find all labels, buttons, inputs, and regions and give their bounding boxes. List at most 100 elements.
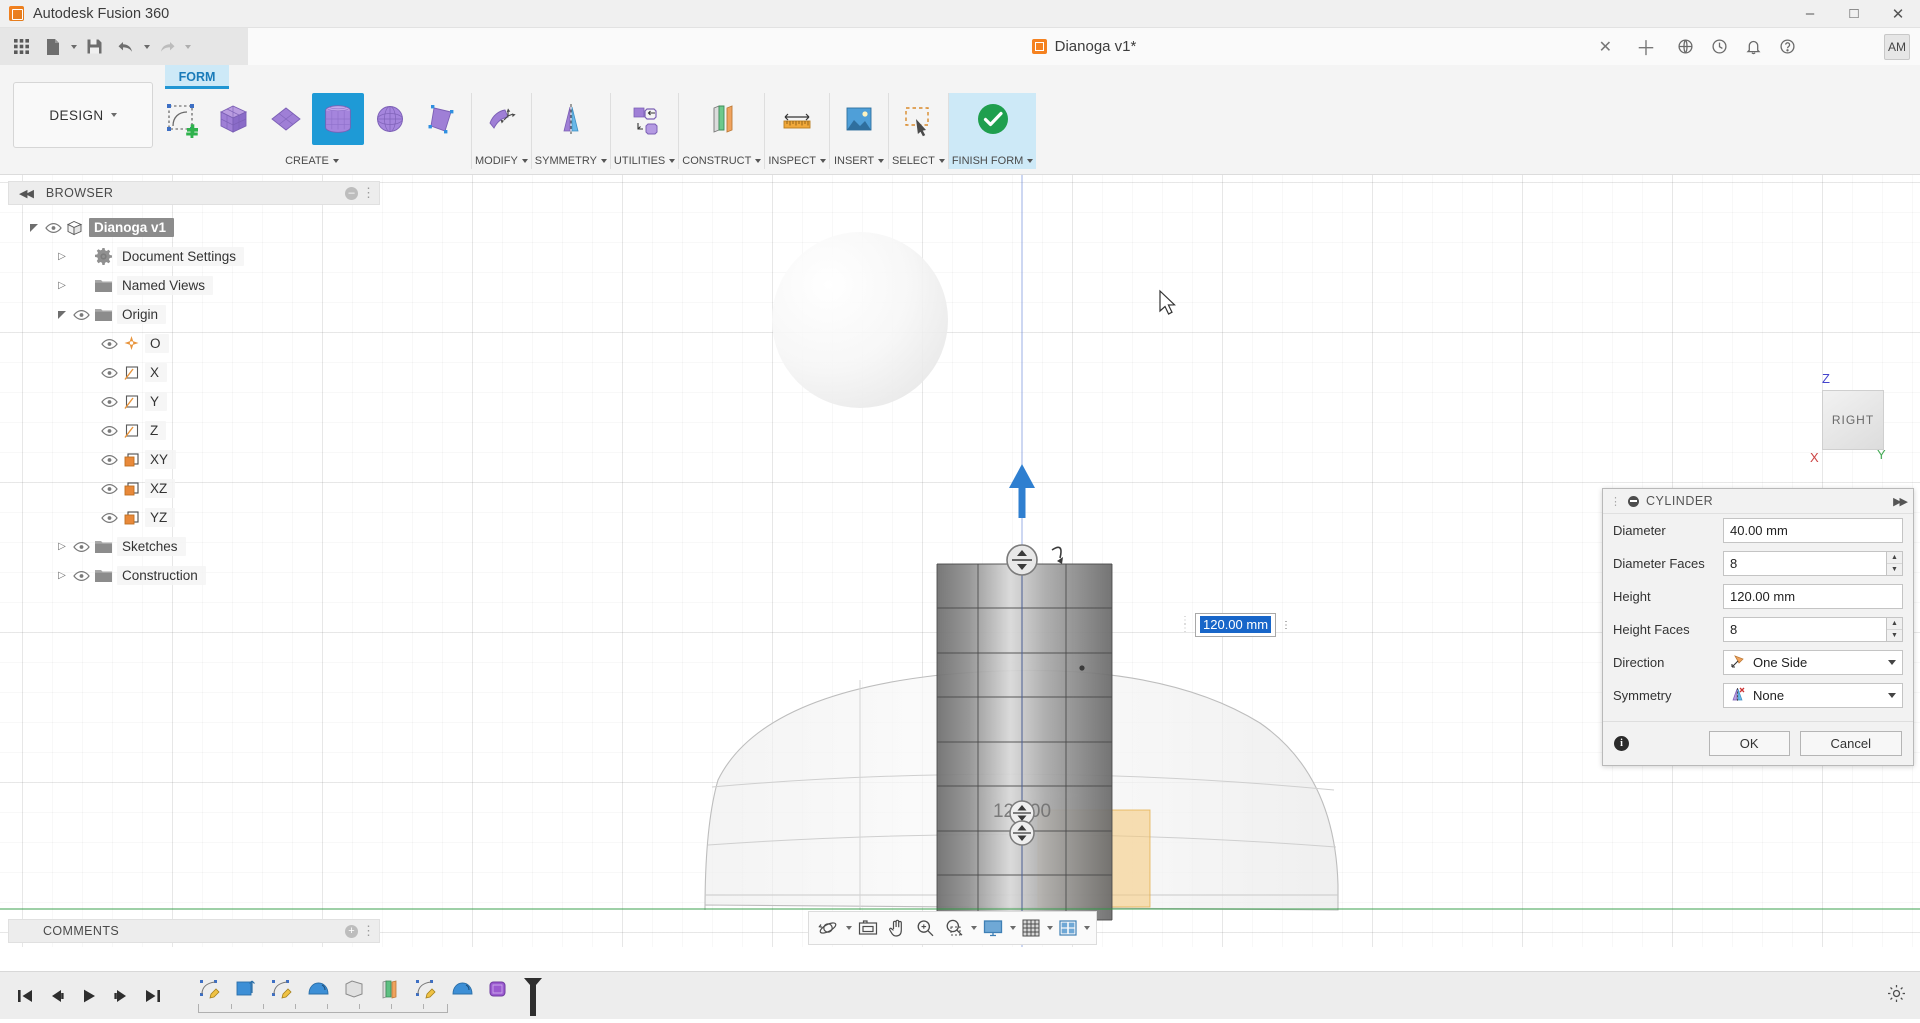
expander-expand-icon[interactable]: ▷ xyxy=(54,278,70,294)
minimize-button[interactable]: – xyxy=(1788,0,1832,27)
new-document-caret-icon[interactable] xyxy=(71,45,77,49)
comments-grip-icon[interactable]: ⋮ xyxy=(362,923,375,939)
sketch-feature-icon[interactable] xyxy=(268,976,296,1002)
zoom-window-icon[interactable] xyxy=(941,914,968,942)
expander-expand-icon[interactable]: ▷ xyxy=(54,539,70,555)
step-forward-icon[interactable] xyxy=(110,985,132,1007)
visibility-eye-icon[interactable] xyxy=(98,481,120,497)
box-icon[interactable] xyxy=(208,93,260,145)
collapse-left-icon[interactable]: ◀◀ xyxy=(19,187,32,200)
panel-label-select[interactable]: SELECT xyxy=(892,155,945,169)
grid-snap-caret-icon[interactable] xyxy=(1047,926,1053,930)
3d-viewport[interactable]: 120.00 ◀◀ BROWSER xyxy=(0,175,1920,947)
job-status-icon[interactable] xyxy=(1706,33,1732,59)
dimension-grip-icon[interactable]: ⋮⋮ xyxy=(1180,617,1190,633)
browser-item-construction[interactable]: ▷Construction xyxy=(8,561,380,590)
visibility-eye-icon[interactable] xyxy=(98,394,120,410)
activate-component-radio[interactable] xyxy=(181,220,196,235)
extrude-feature-icon[interactable] xyxy=(232,976,260,1002)
browser-item-sketches[interactable]: ▷Sketches xyxy=(8,532,380,561)
panel-label-symmetry[interactable]: SYMMETRY xyxy=(535,155,607,169)
panel-label-modify[interactable]: MODIFY xyxy=(475,155,528,169)
dialog-grip-icon[interactable]: ⋮ xyxy=(1610,495,1621,508)
edit-form-icon[interactable] xyxy=(475,93,527,145)
create-form-icon[interactable] xyxy=(156,93,208,145)
dialog-select-direction[interactable]: One Side xyxy=(1723,650,1903,675)
revolve-feature-icon[interactable] xyxy=(448,976,476,1002)
visibility-eye-icon[interactable] xyxy=(70,568,92,584)
plane-icon[interactable] xyxy=(260,93,312,145)
browser-grip-icon[interactable]: ⋮ xyxy=(362,185,375,201)
browser-item-yz[interactable]: YZ xyxy=(8,503,380,532)
panel-label-construct[interactable]: CONSTRUCT xyxy=(682,155,761,169)
panel-label-insert[interactable]: INSERT xyxy=(834,155,884,169)
visibility-eye-icon[interactable] xyxy=(98,452,120,468)
select-window-icon[interactable] xyxy=(892,93,944,145)
viewports-icon[interactable] xyxy=(1055,914,1081,942)
save-icon[interactable] xyxy=(79,32,109,61)
dialog-select-symmetry[interactable]: None xyxy=(1723,683,1903,708)
browser-item-origin[interactable]: Origin xyxy=(8,300,380,329)
pan-icon[interactable] xyxy=(884,914,910,942)
expander-expand-icon[interactable]: ▷ xyxy=(54,249,70,265)
panel-label-finish-form[interactable]: FINISH FORM xyxy=(952,155,1034,169)
visibility-eye-icon[interactable] xyxy=(98,423,120,439)
orbit-icon[interactable] xyxy=(815,914,843,942)
expand-right-icon[interactable]: ▶▶ xyxy=(1893,495,1906,508)
help-icon[interactable] xyxy=(1774,33,1800,59)
visibility-eye-icon[interactable] xyxy=(98,510,120,526)
ok-button[interactable]: OK xyxy=(1709,731,1790,756)
viewcube[interactable]: RIGHT xyxy=(1822,390,1884,450)
panel-label-create[interactable]: CREATE xyxy=(285,155,339,169)
settings-gear-icon[interactable] xyxy=(1887,984,1920,1008)
redo-caret-icon[interactable] xyxy=(185,45,191,49)
dimension-input-value[interactable]: 120.00 mm xyxy=(1200,616,1271,633)
dialog-input-diameter-faces[interactable]: 8 xyxy=(1723,551,1887,576)
zoom-icon[interactable] xyxy=(912,914,939,942)
spinner-down-icon[interactable]: ▼ xyxy=(1887,630,1902,641)
revolve-feature-icon[interactable] xyxy=(304,976,332,1002)
expander-expand-icon[interactable]: ▷ xyxy=(54,568,70,584)
maximize-button[interactable]: □ xyxy=(1832,0,1876,27)
minimize-browser-icon[interactable]: – xyxy=(345,187,358,200)
sphere-icon[interactable] xyxy=(364,93,416,145)
undo-caret-icon[interactable] xyxy=(144,45,150,49)
dialog-header[interactable]: ⋮ CYLINDER ▶▶ xyxy=(1603,489,1913,514)
redo-icon[interactable] xyxy=(152,32,182,61)
dialog-input-height[interactable]: 120.00 mm xyxy=(1723,584,1903,609)
orbit-caret-icon[interactable] xyxy=(846,926,852,930)
browser-item-x[interactable]: X xyxy=(8,358,380,387)
go-to-end-icon[interactable] xyxy=(142,985,164,1007)
extensions-icon[interactable] xyxy=(1672,33,1698,59)
new-document-icon[interactable] xyxy=(38,32,68,61)
info-icon[interactable]: i xyxy=(1614,736,1629,751)
browser-item-xz[interactable]: XZ xyxy=(8,474,380,503)
look-at-icon[interactable] xyxy=(854,914,882,942)
insert-canvas-icon[interactable] xyxy=(833,93,885,145)
spinner-stepper[interactable]: ▲▼ xyxy=(1887,551,1903,576)
tab-form[interactable]: FORM xyxy=(165,65,229,89)
user-avatar[interactable]: AM xyxy=(1884,34,1910,60)
spinner-up-icon[interactable]: ▲ xyxy=(1887,618,1902,630)
visibility-eye-icon[interactable] xyxy=(42,220,64,236)
make-uniform-icon[interactable] xyxy=(619,93,671,145)
offset-plane-icon[interactable] xyxy=(696,93,748,145)
go-to-beginning-icon[interactable] xyxy=(14,985,36,1007)
browser-item-document-settings[interactable]: ▷Document Settings xyxy=(8,242,380,271)
close-button[interactable]: ✕ xyxy=(1876,0,1920,27)
browser-item-xy[interactable]: XY xyxy=(8,445,380,474)
zoom-window-caret-icon[interactable] xyxy=(971,926,977,930)
visibility-eye-icon[interactable] xyxy=(70,539,92,555)
play-icon[interactable] xyxy=(78,985,100,1007)
spinner-down-icon[interactable]: ▼ xyxy=(1887,564,1902,575)
browser-item-y[interactable]: Y xyxy=(8,387,380,416)
spinner-stepper[interactable]: ▲▼ xyxy=(1887,617,1903,642)
app-grid-icon[interactable] xyxy=(6,32,36,61)
undo-icon[interactable] xyxy=(111,32,141,61)
thicken-feature-icon[interactable] xyxy=(376,976,404,1002)
browser-item-dianoga-v1[interactable]: Dianoga v1 xyxy=(8,213,380,242)
browser-item-z[interactable]: Z xyxy=(8,416,380,445)
timeline-marker-icon[interactable] xyxy=(522,976,544,1016)
comments-panel[interactable]: COMMENTS + ⋮ xyxy=(8,919,380,943)
minimize-dot-icon[interactable] xyxy=(1628,496,1639,507)
